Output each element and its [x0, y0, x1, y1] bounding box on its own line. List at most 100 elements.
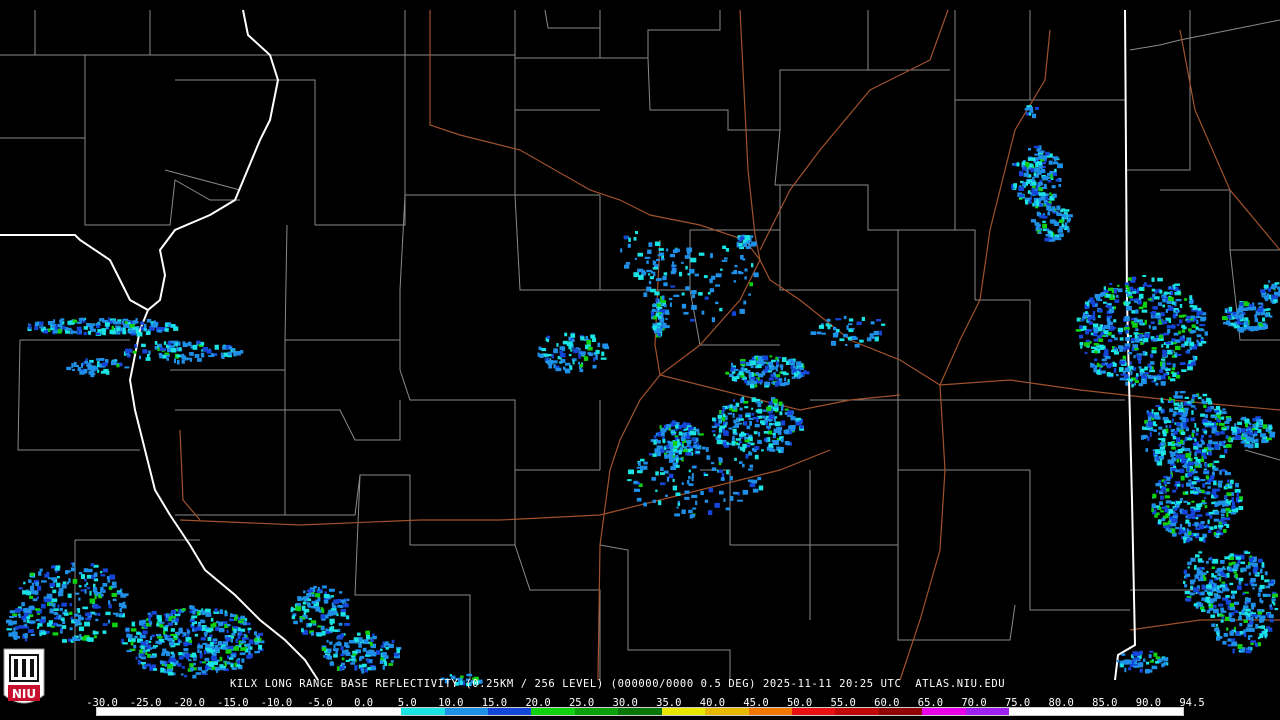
echo-pixel	[765, 365, 769, 370]
echo-pixel	[1131, 280, 1136, 283]
echo-pixel	[1238, 650, 1241, 653]
echo-pixel	[1195, 509, 1201, 513]
echo-pixel	[1190, 330, 1195, 333]
echo-pixel	[1203, 538, 1206, 543]
echo-pixel	[1209, 463, 1213, 467]
echo-pixel	[1245, 608, 1251, 612]
echo-pixel	[1162, 362, 1166, 367]
echo-pixel	[1208, 423, 1215, 426]
echo-pixel	[1213, 532, 1216, 536]
echo-pixel	[348, 658, 355, 661]
echo-pixel	[1195, 463, 1200, 466]
colorbar-segment	[444, 708, 488, 715]
echo-pixel	[1162, 522, 1168, 526]
echo-pixel	[149, 647, 153, 650]
echo-pixel	[219, 656, 223, 662]
echo-pixel	[164, 636, 169, 641]
echo-pixel	[1236, 491, 1239, 497]
echo-pixel	[61, 602, 67, 607]
echo-pixel	[1135, 328, 1139, 332]
echo-pixel	[1092, 363, 1095, 367]
echo-pixel	[1225, 435, 1229, 439]
echo-pixel	[1216, 596, 1221, 599]
echo-pixel	[1207, 519, 1210, 524]
echo-pixel	[794, 372, 796, 378]
echo-pixel	[202, 661, 206, 664]
echo-pixel	[57, 604, 60, 608]
echo-pixel	[324, 655, 328, 658]
echo-pixel	[368, 649, 375, 654]
echo-pixel	[1244, 583, 1249, 586]
echo-pixel	[1107, 339, 1113, 343]
echo-pixel	[1260, 575, 1264, 580]
echo-pixel	[178, 347, 182, 352]
echo-pixel	[205, 612, 212, 617]
echo-pixel	[1143, 372, 1149, 375]
echo-pixel	[1033, 145, 1040, 149]
echo-pixel	[655, 312, 660, 317]
echo-pixel	[1214, 525, 1218, 529]
echo-pixel	[1088, 321, 1093, 325]
echo-pixel	[1149, 660, 1154, 663]
echo-pixel	[102, 630, 107, 634]
echo-pixel	[1018, 186, 1025, 191]
echo-pixel	[1248, 572, 1251, 576]
echo-pixel	[1186, 319, 1191, 323]
echo-pixel	[1184, 407, 1189, 411]
echo-pixel	[1229, 483, 1233, 487]
echo-pixel	[1158, 432, 1161, 436]
echo-pixel	[736, 443, 740, 446]
echo-pixel	[1145, 668, 1150, 674]
echo-pixel	[372, 635, 377, 639]
echo-pixel	[1061, 223, 1065, 228]
echo-pixel	[1198, 551, 1203, 554]
echo-pixel	[1274, 282, 1280, 285]
echo-pixel	[734, 457, 737, 461]
echo-pixel	[715, 301, 719, 305]
echo-pixel	[97, 365, 100, 368]
echo-pixel	[193, 609, 199, 612]
echo-pixel	[1171, 418, 1174, 423]
echo-pixel	[206, 349, 212, 354]
echo-pixel	[1047, 211, 1051, 216]
colorbar-segment	[487, 708, 532, 715]
colorbar-segment	[965, 708, 1010, 715]
echo-pixel	[744, 406, 749, 409]
echo-pixel	[1171, 338, 1176, 342]
echo-pixel	[718, 428, 723, 433]
echo-pixel	[111, 325, 114, 331]
echo-pixel	[1220, 619, 1224, 623]
echo-pixel	[365, 630, 370, 635]
echo-pixel	[1101, 362, 1106, 366]
echo-pixel	[92, 630, 96, 635]
echo-pixel	[39, 326, 44, 329]
echo-pixel	[1163, 661, 1167, 666]
echo-pixel	[1234, 573, 1238, 579]
echo-pixel	[1058, 233, 1064, 237]
echo-pixel	[81, 636, 87, 641]
echo-pixel	[653, 271, 656, 277]
echo-pixel	[733, 368, 739, 371]
echo-pixel	[843, 315, 847, 320]
echo-pixel	[147, 354, 150, 359]
echo-pixel	[28, 324, 32, 330]
echo-pixel	[1198, 524, 1204, 530]
echo-pixel	[183, 641, 190, 645]
echo-pixel	[636, 466, 641, 469]
echo-pixel	[1147, 411, 1152, 417]
echo-pixel	[657, 254, 663, 257]
echo-pixel	[1245, 597, 1251, 603]
echo-pixel	[761, 371, 766, 376]
echo-pixel	[771, 381, 776, 384]
echo-pixel	[666, 248, 669, 252]
echo-pixel	[78, 614, 82, 618]
echo-pixel	[1170, 452, 1174, 457]
echo-pixel	[173, 358, 176, 364]
echo-pixel	[35, 582, 39, 587]
echo-pixel	[667, 440, 671, 444]
echo-pixel	[1128, 667, 1132, 671]
echo-pixel	[1195, 517, 1199, 520]
echo-pixel	[1210, 556, 1213, 560]
echo-pixel	[723, 498, 726, 502]
echo-pixel	[380, 648, 383, 652]
